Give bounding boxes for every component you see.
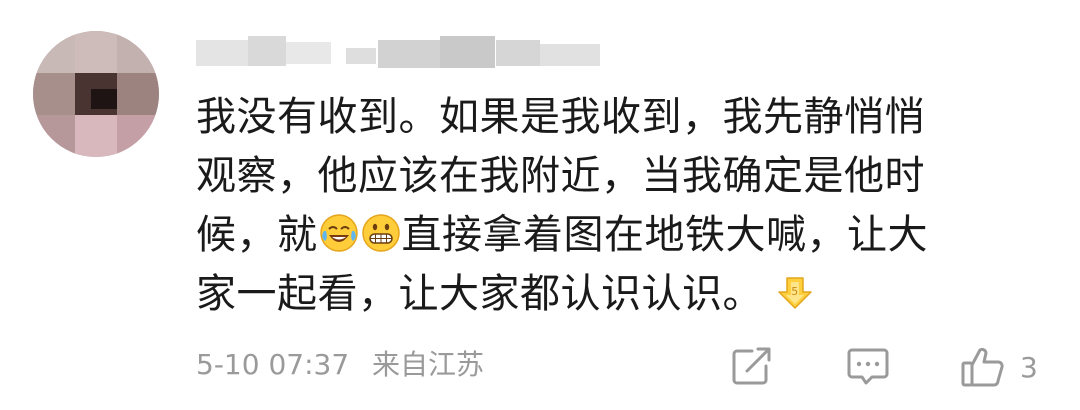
share-icon bbox=[732, 347, 771, 385]
username[interactable] bbox=[196, 30, 606, 76]
comment-time: 5-10 07:37 bbox=[196, 348, 350, 381]
comment-line: 我没有收到。如果是我收到，我先静悄悄 bbox=[196, 94, 925, 140]
comment-line: 观察，他应该在我附近，当我确定是他时 bbox=[196, 153, 925, 199]
like-count: 3 bbox=[1020, 350, 1038, 384]
reply-icon bbox=[847, 348, 889, 385]
comment-text-segment: 直接拿着图在地铁大喊，让大 bbox=[401, 212, 928, 258]
comment-line: 家一起看，让大家都认识认识。 5 bbox=[196, 265, 1026, 324]
grinning-emoji bbox=[361, 214, 400, 252]
reply-button[interactable] bbox=[846, 346, 890, 386]
thumbs-up-icon bbox=[961, 347, 1004, 387]
comment-text-segment: 家一起看，让大家都认识认识。 bbox=[196, 271, 763, 317]
like-button[interactable]: 3 bbox=[960, 346, 1038, 388]
comment-meta: 5-10 07:37 来自江苏 bbox=[196, 340, 498, 390]
comment-text: 我没有收到。如果是我收到，我先静悄悄 观察，他应该在我附近，当我确定是他时 候，… bbox=[196, 88, 1026, 324]
comment-location: 来自江苏 bbox=[372, 348, 485, 381]
yellow-arrow-emoji: 5 bbox=[778, 277, 812, 309]
laughing-tears-emoji bbox=[319, 214, 358, 252]
share-button[interactable] bbox=[730, 346, 774, 386]
comment-line: 候，就 直接拿着图在地铁大喊，让大 bbox=[196, 206, 1026, 265]
comment-text-segment: 候，就 bbox=[196, 212, 318, 258]
svg-text:5: 5 bbox=[791, 285, 799, 298]
avatar[interactable] bbox=[33, 31, 159, 157]
